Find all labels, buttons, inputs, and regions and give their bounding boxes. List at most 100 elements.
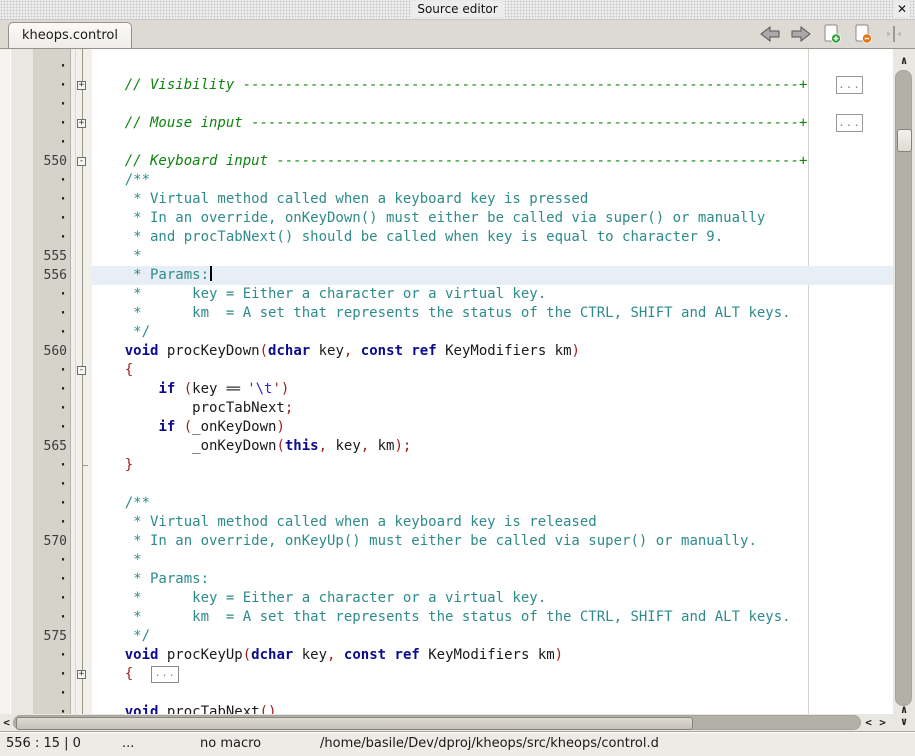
code-line[interactable]: 550- // Keyboard input -----------------… [0,152,893,171]
go-forward-icon[interactable] [790,24,812,44]
code-line[interactable]: · * key = Either a character or a virtua… [0,285,893,304]
code-line[interactable]: · if (key == '\t') [0,380,893,399]
code-line[interactable]: · } [0,456,893,475]
go-back-icon[interactable] [759,24,781,44]
code-line[interactable]: 575 */ [0,627,893,646]
code-editor[interactable]: ··+ // Visibility ----------------------… [0,49,893,714]
code-line[interactable]: · * km = A set that represents the statu… [0,304,893,323]
gutter-dot: · [33,494,67,513]
code-line[interactable]: ·+ // Mouse input ----------------------… [0,114,893,133]
gutter-dot: · [33,361,67,380]
collapsed-fold-box[interactable]: ... [836,76,863,94]
code-line[interactable]: · [0,95,893,114]
window-title: Source editor [410,1,504,17]
code-text: * km = A set that represents the status … [91,304,791,323]
code-line[interactable]: · */ [0,323,893,342]
code-line[interactable]: · * km = A set that represents the statu… [0,608,893,627]
gutter-dot: · [33,551,67,570]
code-text: * In an override, onKeyDown() must eithe… [91,209,765,228]
horizontal-scrollbar-thumb[interactable] [16,717,693,730]
horizontal-scrollbar[interactable]: < < > [0,714,893,731]
code-line[interactable]: · * In an override, onKeyDown() must eit… [0,209,893,228]
code-line[interactable]: 556 * Params: [0,266,893,285]
code-line[interactable]: · if (_onKeyDown) [0,418,893,437]
gutter-dot: · [33,608,67,627]
line-number: 575 [33,627,67,646]
code-line[interactable]: · [0,475,893,494]
fold-toggle-icon[interactable]: + [77,670,86,679]
fold-toggle-icon[interactable]: + [77,81,86,90]
gutter-dot: · [33,684,67,703]
close-icon[interactable]: ✕ [894,1,910,17]
code-line[interactable]: · void procTabNext() [0,703,893,714]
fold-toggle-icon[interactable]: - [77,157,86,166]
vertical-scrollbar[interactable]: ∧ ∧ ∨ [893,49,915,731]
vertical-scrollbar-thumb[interactable] [897,129,912,152]
gutter-dot: · [33,190,67,209]
horizontal-scrollbar-track[interactable] [13,715,861,730]
code-line[interactable]: · [0,57,893,76]
title-bar[interactable]: Source editor ✕ [0,0,915,20]
scroll-up-icon[interactable]: ∧ [893,55,915,67]
code-line[interactable]: · [0,133,893,152]
code-text: * Params: [91,570,209,589]
code-line[interactable]: · /** [0,171,893,190]
scroll-down-icon[interactable]: ∨ [893,716,915,728]
code-line[interactable]: 555 * [0,247,893,266]
fold-toggle-icon[interactable]: + [77,119,86,128]
code-line[interactable]: ·+ // Visibility -----------------------… [0,76,893,95]
new-document-icon[interactable] [821,24,843,44]
scroll-left-icon[interactable]: < [862,716,875,729]
code-text: * Virtual method called when a keyboard … [91,513,597,532]
gutter-dot: · [33,57,67,76]
line-number: 556 [33,266,67,285]
remove-document-icon[interactable] [852,24,874,44]
code-line[interactable]: · * key = Either a character or a virtua… [0,589,893,608]
scroll-right-icon[interactable]: > [876,716,889,729]
line-number: 565 [33,437,67,456]
code-line[interactable]: · * Virtual method called when a keyboar… [0,513,893,532]
line-number: 560 [33,342,67,361]
status-bar: 556 : 15 | 0 ... no macro /home/basile/D… [0,731,915,756]
code-line[interactable]: ·- { [0,361,893,380]
code-line[interactable]: 570 * In an override, onKeyUp() must eit… [0,532,893,551]
collapsed-fold-box[interactable]: ... [151,666,179,683]
code-line[interactable]: · [0,684,893,703]
detach-editor-icon[interactable] [883,24,905,44]
code-text: * In an override, onKeyUp() must either … [91,532,757,551]
code-line[interactable]: · * Virtual method called when a keyboar… [0,190,893,209]
gutter-dot: · [33,171,67,190]
code-text: if (key == '\t') [91,380,289,399]
code-text: */ [91,627,150,646]
code-text: {... [91,665,179,684]
scroll-left-icon[interactable]: < [0,716,13,729]
code-text: /** [91,171,150,190]
gutter-dot: · [33,570,67,589]
code-line[interactable]: 560 void procKeyDown(dchar key, const re… [0,342,893,361]
vertical-scrollbar-track[interactable] [895,70,912,706]
collapsed-fold-box[interactable]: ... [836,114,863,132]
gutter-dot: · [33,380,67,399]
code-line[interactable]: · procTabNext; [0,399,893,418]
gutter-dot: · [33,209,67,228]
gutter-dot: · [33,475,67,494]
code-line[interactable]: · /** [0,494,893,513]
code-text: void procKeyUp(dchar key, const ref KeyM… [91,646,563,665]
tab-label: kheops.control [22,28,118,43]
code-line[interactable]: · void procKeyUp(dchar key, const ref Ke… [0,646,893,665]
gutter-dot: · [33,589,67,608]
code-line[interactable]: 565 _onKeyDown(this, key, km); [0,437,893,456]
fold-toggle-icon[interactable]: - [77,366,86,375]
code-text: * Params: [91,266,212,285]
code-line[interactable]: · * [0,551,893,570]
gutter-dot: · [33,513,67,532]
gutter-dot: · [33,76,67,95]
code-line[interactable]: · * Params: [0,570,893,589]
code-line[interactable]: · + {... [0,665,893,684]
code-text: * and procTabNext() should be called whe… [91,228,723,247]
macro-status: no macro [200,736,261,751]
gutter-dot: · [33,95,67,114]
tab-kheops-control[interactable]: kheops.control [8,22,132,48]
code-line[interactable]: · * and procTabNext() should be called w… [0,228,893,247]
gutter-dot: · [33,665,67,684]
